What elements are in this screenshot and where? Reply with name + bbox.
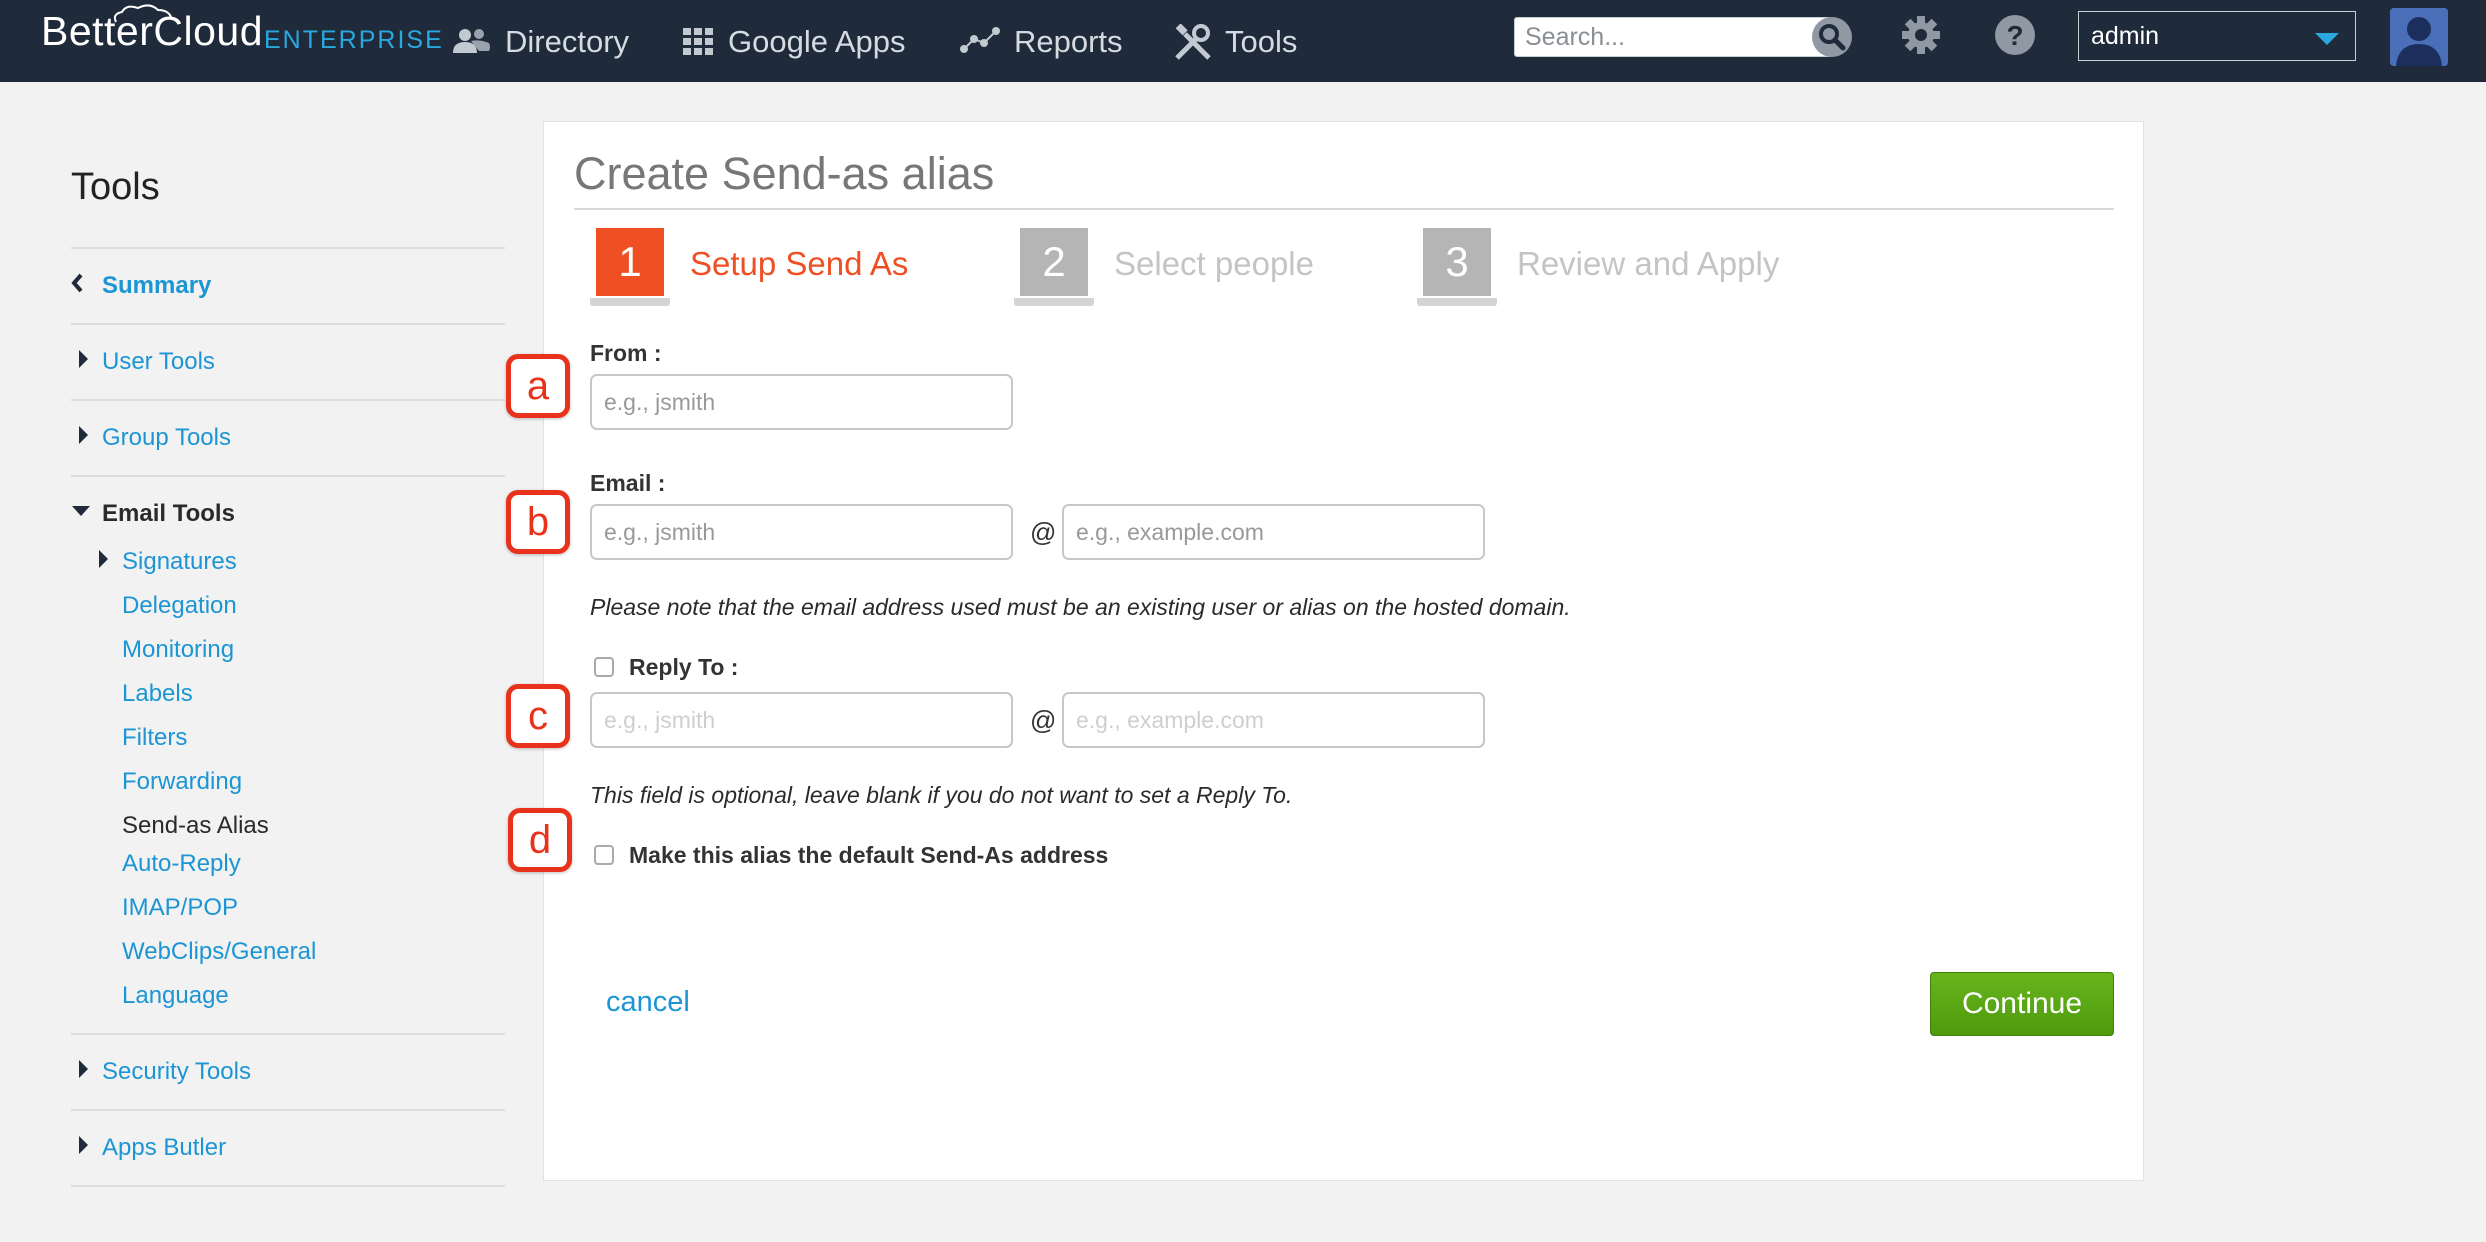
continue-button[interactable]: Continue: [1930, 972, 2114, 1036]
chevron-left-icon: [71, 273, 83, 293]
sidebar-item-language[interactable]: Language: [122, 982, 229, 1010]
sidebar-item-labels[interactable]: Labels: [122, 680, 193, 708]
avatar[interactable]: [2390, 8, 2448, 66]
email-note: Please note that the email address used …: [590, 594, 1571, 620]
from-input[interactable]: [590, 374, 1013, 430]
sidebar-item-security-tools[interactable]: Security Tools: [102, 1058, 251, 1086]
divider: [71, 1185, 505, 1187]
step-1-badge: 1: [590, 228, 670, 306]
caret-down-icon: [72, 506, 90, 516]
step-2-badge: 2: [1014, 228, 1094, 306]
step-1-number: 1: [618, 238, 642, 285]
user-dropdown[interactable]: admin: [2078, 11, 2356, 61]
help-icon[interactable]: ?: [1994, 14, 2036, 56]
marker-d: d: [508, 808, 572, 872]
divider: [574, 208, 2114, 210]
marker-b: b: [506, 490, 570, 554]
reply-to-note: This field is optional, leave blank if y…: [590, 782, 1293, 808]
step-3-number: 3: [1445, 238, 1469, 285]
divider: [71, 1033, 505, 1035]
divider: [71, 475, 505, 477]
email-user-input[interactable]: [590, 504, 1013, 560]
sidebar-item-email-tools[interactable]: Email Tools: [102, 500, 235, 528]
page-title: Create Send-as alias: [574, 148, 995, 199]
brand-edition: ENTERPRISE: [264, 26, 444, 54]
search-input[interactable]: [1514, 17, 1832, 57]
sidebar-item-summary[interactable]: Summary: [102, 272, 211, 300]
reply-to-checkbox[interactable]: [594, 657, 614, 677]
email-domain-input[interactable]: [1062, 504, 1485, 560]
svg-text:?: ?: [2006, 20, 2023, 51]
sidebar-item-forwarding[interactable]: Forwarding: [122, 768, 242, 796]
nav-google-apps-label: Google Apps: [728, 24, 906, 59]
from-label: From :: [590, 340, 662, 366]
nav-directory-label: Directory: [505, 24, 630, 59]
nav-tools-label: Tools: [1225, 24, 1298, 59]
cloud-logo-icon: [113, 4, 173, 23]
marker-a-text: a: [526, 363, 550, 408]
cancel-link[interactable]: cancel: [606, 986, 690, 1019]
divider: [71, 399, 505, 401]
sidebar-item-webclips[interactable]: WebClips/General: [122, 938, 316, 966]
nav-tools[interactable]: Tools: [1173, 20, 1297, 64]
nav-google-apps[interactable]: Google Apps: [682, 20, 906, 64]
divider: [71, 247, 505, 249]
caret-right-icon: [99, 550, 108, 568]
sidebar-item-auto-reply[interactable]: Auto-Reply: [122, 850, 241, 878]
step-3-badge: 3: [1417, 228, 1497, 306]
email-label: Email :: [590, 470, 666, 496]
sidebar-item-group-tools[interactable]: Group Tools: [102, 424, 231, 452]
step-3-label: Review and Apply: [1517, 245, 1780, 282]
user-silhouette-icon: [2390, 8, 2448, 66]
grid-icon: [683, 28, 713, 55]
reply-to-user-input[interactable]: [590, 692, 1013, 748]
marker-c: c: [506, 684, 570, 748]
at-sign: @: [1030, 517, 1057, 547]
marker-d-text: d: [528, 817, 552, 862]
caret-right-icon: [79, 1060, 88, 1078]
sidebar-item-monitoring[interactable]: Monitoring: [122, 636, 234, 664]
default-alias-checkbox[interactable]: [594, 845, 614, 865]
sidebar-item-delegation[interactable]: Delegation: [122, 592, 237, 620]
marker-b-text: b: [526, 499, 550, 544]
nav-directory[interactable]: Directory: [451, 20, 629, 64]
step-2-number: 2: [1042, 238, 1066, 285]
nav-reports[interactable]: Reports: [960, 20, 1123, 64]
chart-line-icon: [960, 27, 1000, 53]
sidebar-item-signatures[interactable]: Signatures: [122, 548, 237, 576]
search-icon[interactable]: [1810, 15, 1854, 59]
at-sign: @: [1030, 705, 1057, 735]
reply-to-domain-input[interactable]: [1062, 692, 1485, 748]
caret-right-icon: [79, 426, 88, 444]
sidebar-title: Tools: [71, 166, 160, 208]
sidebar-item-send-as-alias[interactable]: Send-as Alias: [122, 812, 269, 840]
sidebar-item-apps-butler[interactable]: Apps Butler: [102, 1134, 226, 1162]
marker-c-text: c: [528, 693, 548, 738]
gear-icon[interactable]: [1900, 14, 1942, 56]
sidebar-item-filters[interactable]: Filters: [122, 724, 187, 752]
step-1-label: Setup Send As: [690, 245, 909, 282]
divider: [71, 1109, 505, 1111]
step-2-label: Select people: [1114, 245, 1314, 282]
caret-right-icon: [79, 1136, 88, 1154]
chevron-down-icon: [2315, 33, 2339, 45]
marker-a: a: [506, 354, 570, 418]
continue-button-label: Continue: [1961, 987, 2083, 1020]
reply-to-label: Reply To :: [629, 654, 739, 680]
default-alias-label: Make this alias the default Send-As addr…: [629, 842, 1109, 868]
people-icon: [453, 29, 490, 53]
tools-icon: [1175, 24, 1211, 60]
top-nav: BetterCloud ENTERPRISE Directory Google …: [0, 0, 2486, 82]
caret-right-icon: [79, 350, 88, 368]
nav-reports-label: Reports: [1014, 24, 1123, 59]
sidebar-item-user-tools[interactable]: User Tools: [102, 348, 215, 376]
user-dropdown-value: admin: [2091, 21, 2160, 50]
divider: [71, 323, 505, 325]
sidebar-item-imap-pop[interactable]: IMAP/POP: [122, 894, 238, 922]
